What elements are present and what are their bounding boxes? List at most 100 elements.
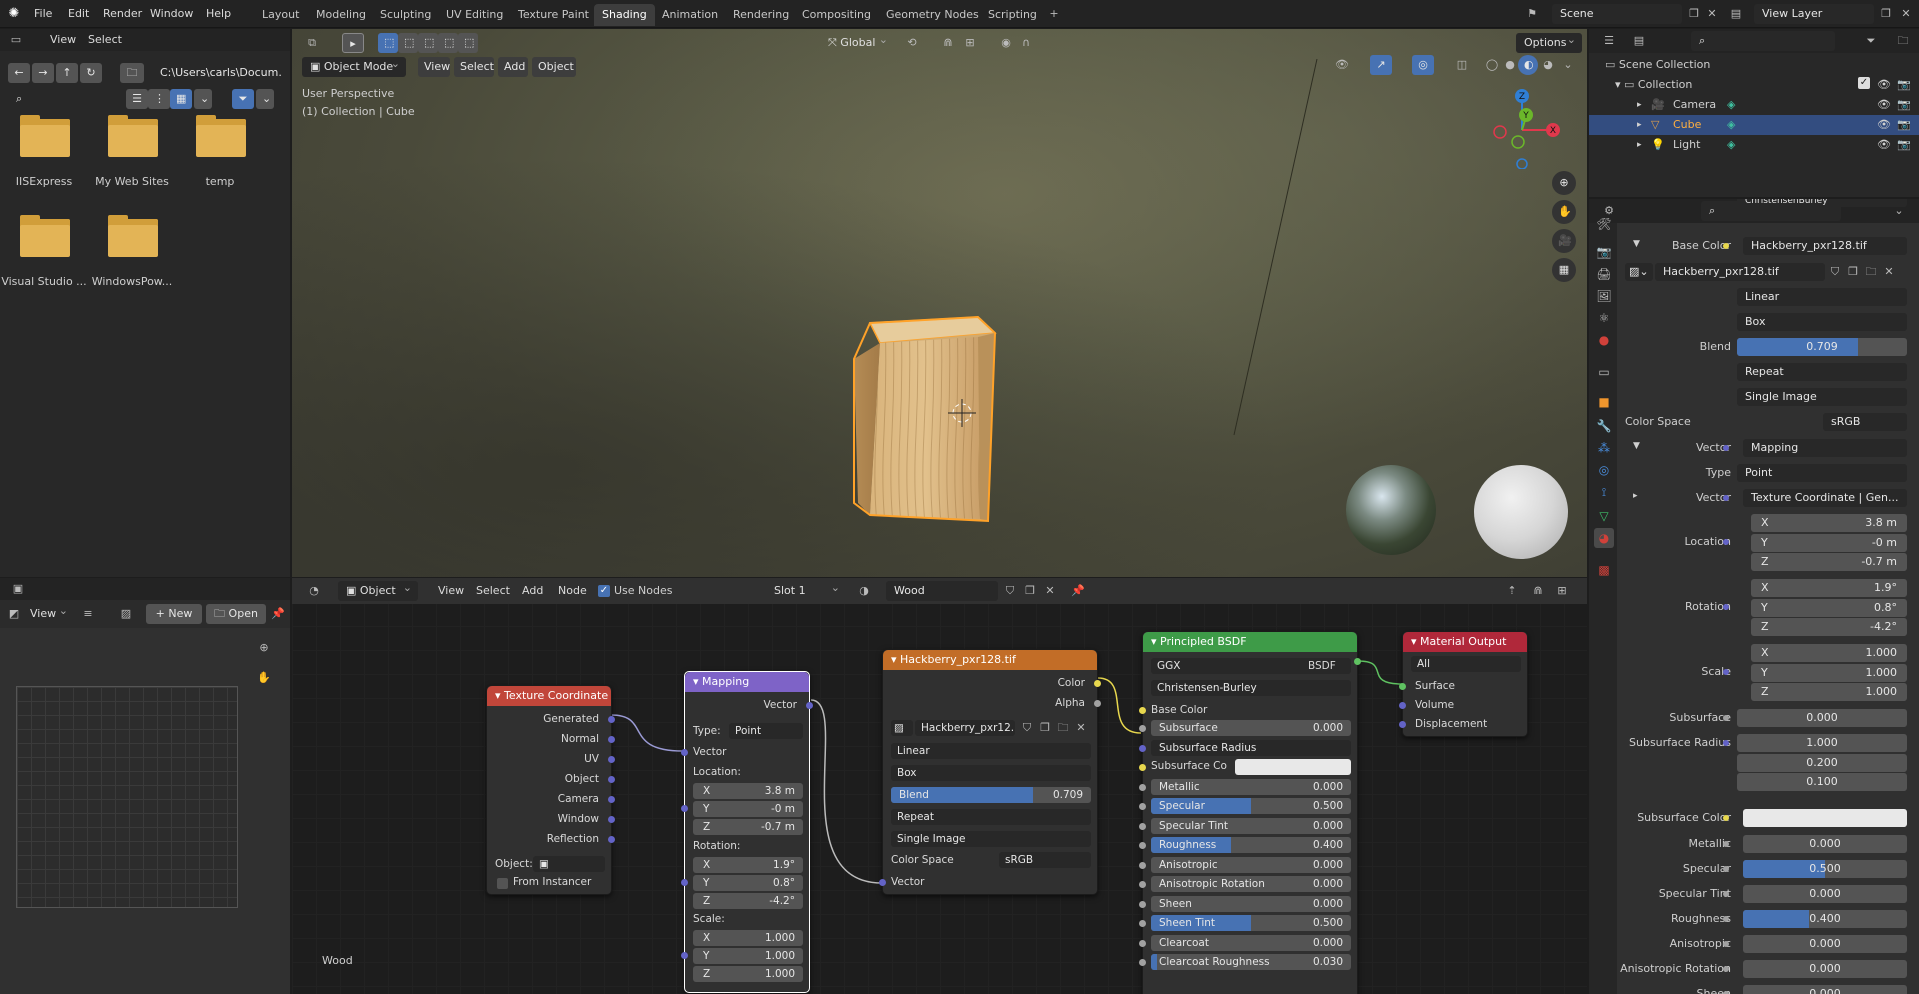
source-dropdown[interactable]: Single Image — [1737, 388, 1907, 406]
output-socket[interactable] — [608, 716, 615, 723]
blend-slider[interactable]: Blend 0.709 — [891, 787, 1091, 803]
folder-name[interactable]: My Web Sites — [88, 175, 176, 188]
outliner-item-camera[interactable]: ▸ 🎥 Camera ◈ 👁 📷 — [1589, 95, 1919, 115]
input-slider[interactable]: Subsurface 0.000 — [1151, 720, 1351, 736]
outliner-search-input[interactable]: ⌕ — [1691, 31, 1835, 51]
object-picker[interactable]: ▣ — [533, 856, 605, 872]
menu-edit[interactable]: Edit — [62, 4, 95, 24]
camera-data-icon[interactable]: ◈ — [1727, 95, 1735, 115]
camera-render-icon[interactable]: 📷 — [1897, 75, 1911, 95]
input-slider[interactable]: Sheen Tint 0.500 — [1151, 915, 1351, 931]
scale-field[interactable]: Y 1.000 — [1751, 663, 1907, 682]
tab-scripting[interactable]: Scripting — [980, 4, 1045, 26]
tab-layout[interactable]: Layout — [254, 4, 307, 26]
duplicate-image-icon[interactable]: ❐ — [1843, 262, 1863, 282]
input-socket[interactable] — [1399, 702, 1406, 709]
input-socket[interactable] — [1139, 939, 1146, 947]
input-socket[interactable] — [1139, 881, 1146, 888]
filter-options-button[interactable]: ⌄ — [256, 89, 274, 109]
fb-menu-select[interactable]: Select — [82, 30, 128, 50]
from-instancer-checkbox[interactable] — [497, 878, 508, 889]
socket[interactable] — [681, 879, 688, 886]
rotation-field[interactable]: Z -4.2° — [1751, 618, 1907, 636]
output-socket[interactable] — [608, 756, 615, 763]
pan-hand-icon[interactable]: ✋ — [1552, 200, 1576, 224]
unlink-image-icon[interactable]: ✕ — [1071, 718, 1091, 738]
vp-menu-add[interactable]: Add — [498, 57, 528, 77]
socket-dot[interactable] — [1723, 495, 1729, 501]
back-button[interactable]: ← — [8, 63, 30, 83]
input-slider[interactable]: Anisotropic Rotation 0.000 — [1151, 876, 1351, 892]
vp-menu-view[interactable]: View — [418, 57, 450, 77]
image-name-field[interactable]: Hackberry_pxr128.tif — [1655, 263, 1825, 281]
prop-row-slider[interactable]: 0.000 — [1743, 985, 1907, 994]
view-mode-icon[interactable]: ◩ — [4, 604, 24, 624]
blend-slider[interactable]: 0.709 — [1737, 338, 1907, 356]
socket-dot[interactable] — [1723, 815, 1729, 821]
subsurface-color-swatch[interactable] — [1743, 809, 1907, 827]
tab-modeling[interactable]: Modeling — [308, 4, 374, 26]
add-workspace-icon[interactable]: + — [1044, 4, 1064, 24]
gizmo-neg-z[interactable] — [1516, 158, 1528, 169]
socket-dot[interactable] — [1723, 539, 1729, 545]
input-slider[interactable]: Specular 0.500 — [1151, 798, 1351, 814]
socket-dot[interactable] — [1723, 916, 1729, 922]
input-socket[interactable] — [1139, 725, 1146, 732]
view-layer-icon[interactable]: ▤ — [1726, 4, 1746, 24]
scene-icon[interactable]: ⚑ — [1522, 4, 1542, 24]
node-header[interactable]: ▾ Hackberry_pxr128.tif — [883, 650, 1097, 670]
eye-icon[interactable]: 👁 — [1877, 75, 1891, 95]
filter-icon[interactable]: ⏷ — [1861, 31, 1881, 51]
object-data-icon[interactable]: ▽ — [1594, 506, 1614, 526]
modifier-icon[interactable]: 🔧 — [1594, 416, 1614, 436]
constraints-icon[interactable]: ⟟ — [1594, 482, 1614, 502]
folder-icon[interactable] — [20, 219, 70, 257]
input-socket[interactable] — [1139, 842, 1146, 849]
folder-name[interactable]: temp — [176, 175, 264, 188]
open-image-icon[interactable]: 🗀 — [1053, 718, 1073, 738]
new-image-button[interactable]: + New — [146, 604, 202, 624]
output-icon[interactable]: 🖨 — [1594, 264, 1614, 284]
xyz-field[interactable]: Y 1.000 — [693, 948, 803, 964]
filter-button[interactable]: ⏷ — [232, 89, 254, 109]
socket-dot[interactable] — [1723, 841, 1729, 847]
image-name-field[interactable]: Hackberry_pxr12... — [915, 720, 1015, 736]
camera-render-icon[interactable]: 📷 — [1897, 135, 1911, 155]
expand-icon[interactable]: ▸ — [1637, 115, 1642, 135]
xyz-field[interactable]: Y -0 m — [693, 801, 803, 817]
duplicate-view-layer-icon[interactable]: ❐ — [1876, 4, 1896, 24]
pan-hand-icon[interactable]: ✋ — [254, 668, 274, 688]
input-slider[interactable]: Roughness 0.400 — [1151, 837, 1351, 853]
input-slider[interactable]: Clearcoat Roughness 0.030 — [1151, 954, 1351, 970]
socket-dot[interactable] — [1723, 669, 1729, 675]
input-slider[interactable]: Anisotropic 0.000 — [1151, 856, 1351, 873]
viewport-3d[interactable]: ⧉ ▸ ⬚ ⬚ ⬚ ⬚ ⬚ ⤧ Global ⟲ ⋒ ⊞ ◉ ∩ Options… — [292, 29, 1587, 577]
object-icon[interactable]: ■ — [1594, 392, 1614, 412]
image-browse-icon[interactable]: ▨ — [891, 720, 913, 736]
select-invert-mode-icon[interactable]: ⬚ — [438, 33, 458, 53]
vp-menu-object[interactable]: Object — [532, 57, 576, 77]
node-header[interactable]: ▾ Texture Coordinate — [487, 686, 611, 706]
search-input[interactable]: ⌕ — [8, 89, 112, 109]
menu-icon[interactable]: ≡ — [78, 604, 98, 624]
scene-icon[interactable]: ⚛ — [1594, 308, 1614, 328]
socket-dot[interactable] — [1723, 445, 1729, 451]
location-field[interactable]: Y -0 m — [1751, 533, 1907, 552]
socket-dot[interactable] — [1723, 243, 1729, 249]
refresh-button[interactable]: ↻ — [80, 63, 102, 83]
tab-uv-editing[interactable]: UV Editing — [438, 4, 511, 26]
socket-dot[interactable] — [1723, 740, 1729, 746]
scale-field[interactable]: X 1.000 — [1751, 644, 1907, 662]
options-dropdown[interactable]: Options — [1516, 33, 1582, 53]
vector-link-field[interactable]: Mapping — [1743, 439, 1907, 457]
vector-input-socket[interactable] — [879, 879, 886, 886]
path-field[interactable]: C:\Users\carls\Docum... — [152, 63, 282, 83]
input-socket[interactable] — [1139, 920, 1146, 927]
subsurface-slider[interactable]: 0.000 — [1737, 709, 1907, 727]
color-swatch[interactable] — [1235, 759, 1351, 775]
input-socket[interactable] — [1139, 900, 1146, 908]
socket[interactable] — [681, 805, 688, 812]
snap-target-icon[interactable]: ⊞ — [960, 33, 980, 53]
type-dropdown[interactable]: Point — [1737, 464, 1907, 482]
thumbnails-button[interactable]: ▦ — [170, 89, 192, 109]
